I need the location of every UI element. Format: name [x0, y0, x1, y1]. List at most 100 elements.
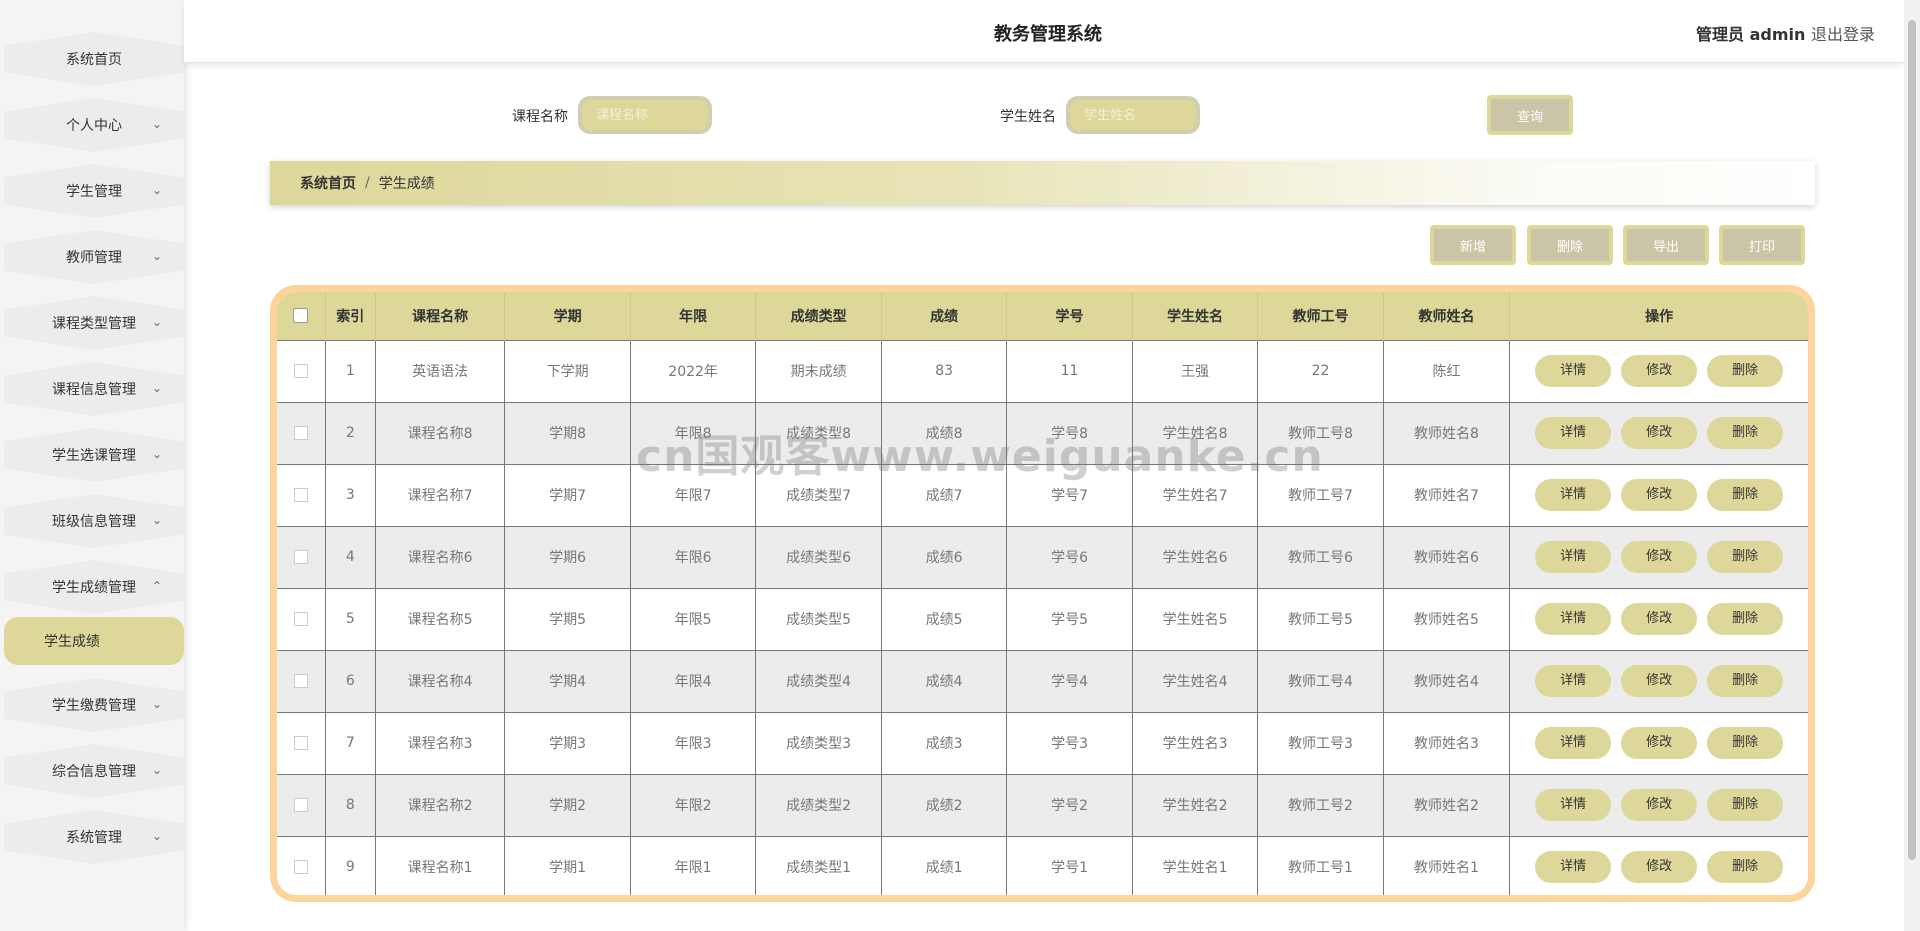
column-header: 学期: [504, 292, 631, 340]
delete-button[interactable]: 删除: [1707, 727, 1784, 759]
print-button[interactable]: 打印: [1719, 225, 1805, 265]
table-row: 8 课程名称2 学期2 年限2 成绩类型2 成绩2 学号2 学生姓名2 教师工号2 教师姓名2 详情…: [277, 774, 1808, 836]
edit-button[interactable]: 修改: [1621, 789, 1698, 821]
admin-label: 管理员 admin: [1696, 25, 1806, 44]
edit-button[interactable]: 修改: [1621, 541, 1698, 573]
column-header: 教师工号: [1257, 292, 1384, 340]
add-button[interactable]: 新增: [1430, 225, 1516, 265]
edit-button[interactable]: 修改: [1621, 727, 1698, 759]
batch-delete-button[interactable]: 删除: [1527, 225, 1613, 265]
row-select-cell: [277, 340, 326, 402]
logout-link[interactable]: 退出登录: [1811, 21, 1875, 45]
chevron-down-icon: ⌄: [151, 381, 162, 395]
table-row: 5 课程名称5 学期5 年限5 成绩类型5 成绩5 学号5 学生姓名5 教师工号5 教师姓名5 详情…: [277, 588, 1808, 650]
row-checkbox[interactable]: [293, 798, 308, 812]
table-cell: 教师工号7: [1257, 464, 1384, 526]
row-checkbox[interactable]: [293, 736, 308, 750]
table-cell: 陈红: [1383, 340, 1511, 402]
table-cell: 学生姓名4: [1132, 650, 1259, 712]
detail-button[interactable]: 详情: [1535, 355, 1612, 387]
row-checkbox[interactable]: [293, 860, 308, 875]
delete-button[interactable]: 删除: [1707, 851, 1784, 884]
edit-button[interactable]: 修改: [1621, 665, 1698, 697]
edit-button[interactable]: 修改: [1621, 417, 1698, 449]
table-cell: 教师工号3: [1257, 712, 1384, 774]
delete-button[interactable]: 删除: [1707, 665, 1784, 697]
sidebar-item-personal-center[interactable]: 个人中心 ⌄: [4, 98, 184, 152]
table-cell: 教师姓名4: [1383, 650, 1511, 712]
sidebar-item-label: 班级信息管理: [52, 514, 136, 530]
edit-button[interactable]: 修改: [1621, 479, 1698, 511]
column-header: 成绩类型: [755, 292, 882, 340]
row-checkbox[interactable]: [293, 426, 308, 440]
scroll-thumb[interactable]: [1908, 20, 1916, 860]
sidebar-item-system-management[interactable]: 系统管理 ⌄: [4, 810, 184, 864]
sidebar-item-payment-management[interactable]: 学生缴费管理 ⌄: [4, 678, 184, 732]
select-all-checkbox[interactable]: [293, 308, 309, 324]
detail-button[interactable]: 详情: [1535, 851, 1612, 884]
breadcrumb-separator: /: [365, 175, 370, 191]
table-cell: 学期8: [504, 402, 631, 464]
row-actions-cell: 详情 修改 删除: [1510, 712, 1808, 774]
edit-button[interactable]: 修改: [1621, 851, 1698, 884]
sidebar-item-course-selection-management[interactable]: 学生选课管理 ⌄: [4, 428, 184, 482]
sidebar-item-teacher-management[interactable]: 教师管理 ⌄: [4, 230, 184, 284]
delete-button[interactable]: 删除: [1707, 603, 1784, 635]
table-cell: 8: [325, 774, 376, 836]
query-button[interactable]: 查询: [1487, 95, 1573, 135]
table-cell: 学期7: [504, 464, 631, 526]
detail-button[interactable]: 详情: [1535, 541, 1612, 573]
table-cell: 成绩类型6: [755, 526, 882, 588]
sidebar-subitem-student-grades[interactable]: 学生成绩: [4, 617, 184, 665]
detail-button[interactable]: 详情: [1535, 665, 1612, 697]
delete-button[interactable]: 删除: [1707, 417, 1784, 449]
scrollbar[interactable]: [1904, 0, 1920, 931]
row-checkbox[interactable]: [293, 674, 308, 688]
table-cell: 教师姓名2: [1383, 774, 1511, 836]
table-row: 9 课程名称1 学期1 年限1 成绩类型1 成绩1 学号1 学生姓名1 教师工号1 教师姓名1 详情…: [277, 836, 1808, 895]
row-actions-cell: 详情 修改 删除: [1510, 774, 1808, 836]
table-body: 1 英语语法 下学期 2022年 期末成绩 83 11 王强 22 陈红 详情 修改 删除 2 课程名称8 学…: [277, 340, 1808, 895]
delete-button[interactable]: 删除: [1707, 355, 1784, 387]
course-name-input[interactable]: [578, 96, 712, 134]
table-cell: 成绩类型2: [755, 774, 882, 836]
delete-button[interactable]: 删除: [1707, 541, 1784, 573]
student-name-input[interactable]: [1066, 96, 1200, 134]
chevron-down-icon: ⌄: [151, 513, 162, 527]
row-checkbox[interactable]: [293, 550, 308, 564]
detail-button[interactable]: 详情: [1535, 603, 1612, 635]
edit-button[interactable]: 修改: [1621, 603, 1698, 635]
table-cell: 11: [1006, 340, 1133, 402]
table-cell: 3: [325, 464, 376, 526]
select-all-cell: [277, 292, 326, 340]
sidebar-item-grade-management[interactable]: 学生成绩管理 ⌃: [4, 560, 184, 614]
delete-button[interactable]: 删除: [1707, 479, 1784, 511]
edit-button[interactable]: 修改: [1621, 355, 1698, 387]
detail-button[interactable]: 详情: [1535, 727, 1612, 759]
table-cell: 成绩2: [881, 774, 1008, 836]
sidebar-item-general-info-management[interactable]: 综合信息管理 ⌄: [4, 744, 184, 798]
table-cell: 期末成绩: [755, 340, 882, 402]
sidebar-item-label: 系统管理: [66, 830, 122, 846]
sidebar-item-course-info-management[interactable]: 课程信息管理 ⌄: [4, 362, 184, 416]
sidebar-item-student-management[interactable]: 学生管理 ⌄: [4, 164, 184, 218]
table-cell: 学号6: [1006, 526, 1133, 588]
detail-button[interactable]: 详情: [1535, 789, 1612, 821]
table-cell: 成绩类型8: [755, 402, 882, 464]
detail-button[interactable]: 详情: [1535, 417, 1612, 449]
sidebar-item-class-info-management[interactable]: 班级信息管理 ⌄: [4, 494, 184, 548]
table-cell: 课程名称1: [375, 836, 506, 895]
row-checkbox[interactable]: [293, 488, 308, 502]
table-cell: 成绩类型1: [755, 836, 882, 895]
column-header: 年限: [630, 292, 757, 340]
breadcrumb-home[interactable]: 系统首页: [300, 173, 356, 193]
delete-button[interactable]: 删除: [1707, 789, 1784, 821]
table-cell: 课程名称6: [375, 526, 506, 588]
row-checkbox[interactable]: [293, 364, 308, 378]
sidebar-item-course-type-management[interactable]: 课程类型管理 ⌄: [4, 296, 184, 350]
detail-button[interactable]: 详情: [1535, 479, 1612, 511]
export-button[interactable]: 导出: [1623, 225, 1709, 265]
sidebar-item-home[interactable]: 系统首页: [4, 32, 184, 86]
row-checkbox[interactable]: [293, 612, 308, 626]
table-cell: 22: [1257, 340, 1384, 402]
